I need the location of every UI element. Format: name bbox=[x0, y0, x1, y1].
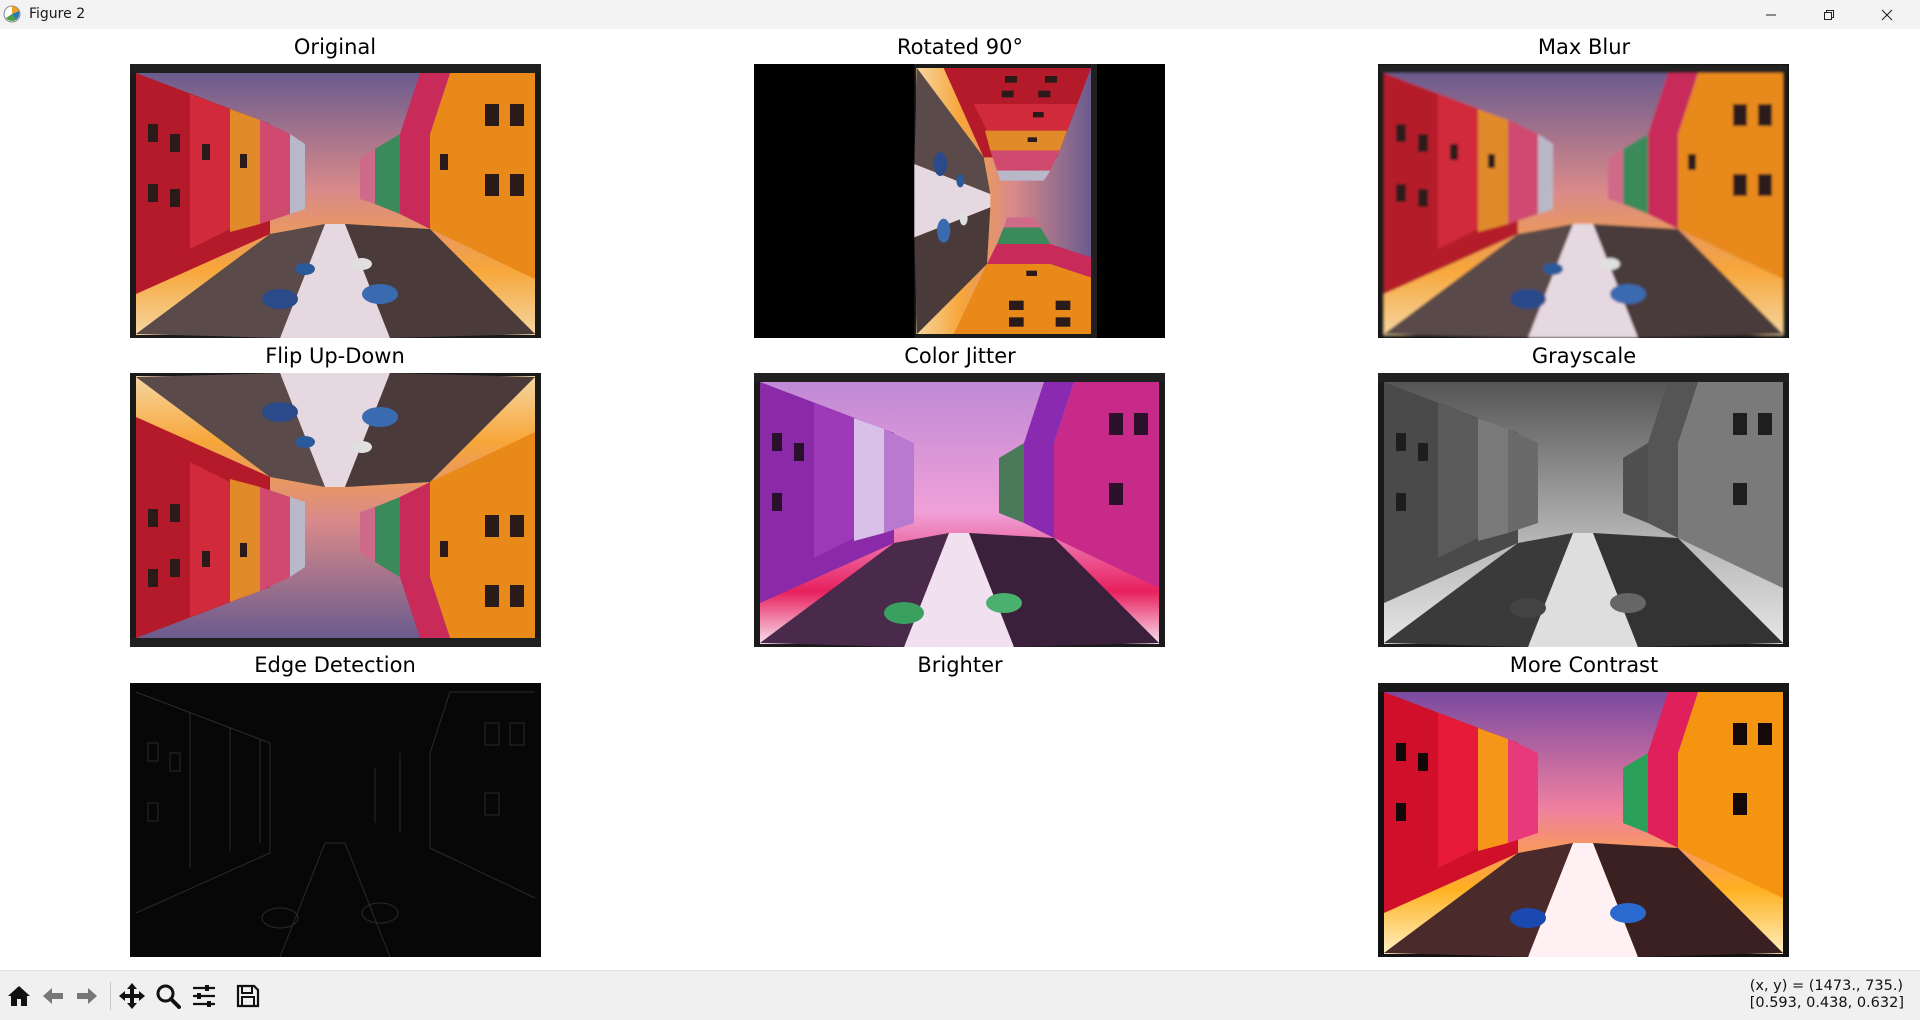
restore-icon bbox=[1824, 9, 1834, 20]
home-button[interactable] bbox=[4, 981, 34, 1011]
toolbar-separator bbox=[110, 982, 111, 1010]
image-grayscale bbox=[1378, 373, 1789, 647]
minimize-button[interactable] bbox=[1742, 0, 1800, 29]
image-max-blur bbox=[1378, 64, 1789, 338]
coords-pixel-value: [0.593, 0.438, 0.632] bbox=[1749, 995, 1904, 1011]
coords-xy: (x, y) = (1473., 735.) bbox=[1749, 978, 1904, 994]
panel-title-original: Original bbox=[293, 35, 377, 59]
restore-button[interactable] bbox=[1800, 0, 1858, 29]
back-button[interactable] bbox=[38, 981, 68, 1011]
configure-subplots-icon bbox=[193, 985, 215, 1007]
minimize-icon bbox=[1766, 14, 1776, 15]
panel-title-more-contrast: More Contrast bbox=[1509, 653, 1659, 677]
save-icon bbox=[236, 984, 260, 1008]
zoom-icon bbox=[156, 984, 181, 1009]
image-edge-detection bbox=[130, 683, 541, 957]
image-rotated-90 bbox=[754, 64, 1165, 338]
panel-title-edge-detection: Edge Detection bbox=[254, 653, 416, 677]
panel-title-max-blur: Max Blur bbox=[1537, 35, 1631, 59]
image-original bbox=[130, 64, 541, 338]
panel-title-grayscale: Grayscale bbox=[1531, 344, 1637, 368]
home-icon bbox=[8, 986, 30, 1006]
pan-button[interactable] bbox=[117, 981, 147, 1011]
close-icon bbox=[1881, 9, 1893, 20]
matplotlib-app-icon bbox=[3, 5, 21, 23]
window-title: Figure 2 bbox=[29, 6, 86, 22]
panel-title-color-jitter: Color Jitter bbox=[904, 344, 1016, 368]
forward-button[interactable] bbox=[72, 981, 102, 1011]
zoom-button[interactable] bbox=[153, 981, 183, 1011]
window-title-bar: Figure 2 bbox=[0, 0, 1920, 30]
image-flip-up-down bbox=[130, 373, 541, 647]
panel-title-flip: Flip Up-Down bbox=[265, 344, 405, 368]
cursor-coordinates: (x, y) = (1473., 735.) [0.593, 0.438, 0.… bbox=[1750, 978, 1904, 1012]
panel-title-brighter: Brighter bbox=[917, 653, 1003, 677]
close-button[interactable] bbox=[1858, 0, 1916, 29]
back-icon bbox=[43, 988, 63, 1004]
panel-title-rotated: Rotated 90° bbox=[897, 35, 1023, 59]
image-color-jitter bbox=[754, 373, 1165, 647]
navigation-toolbar: (x, y) = (1473., 735.) [0.593, 0.438, 0.… bbox=[0, 970, 1920, 1020]
figure-canvas[interactable]: Original Rotated 90° Max Blur Flip Up-Do… bbox=[0, 29, 1920, 970]
pan-icon bbox=[119, 983, 145, 1009]
image-more-contrast bbox=[1378, 683, 1789, 957]
save-button[interactable] bbox=[233, 981, 263, 1011]
configure-subplots-button[interactable] bbox=[189, 981, 219, 1011]
forward-icon bbox=[77, 988, 97, 1004]
